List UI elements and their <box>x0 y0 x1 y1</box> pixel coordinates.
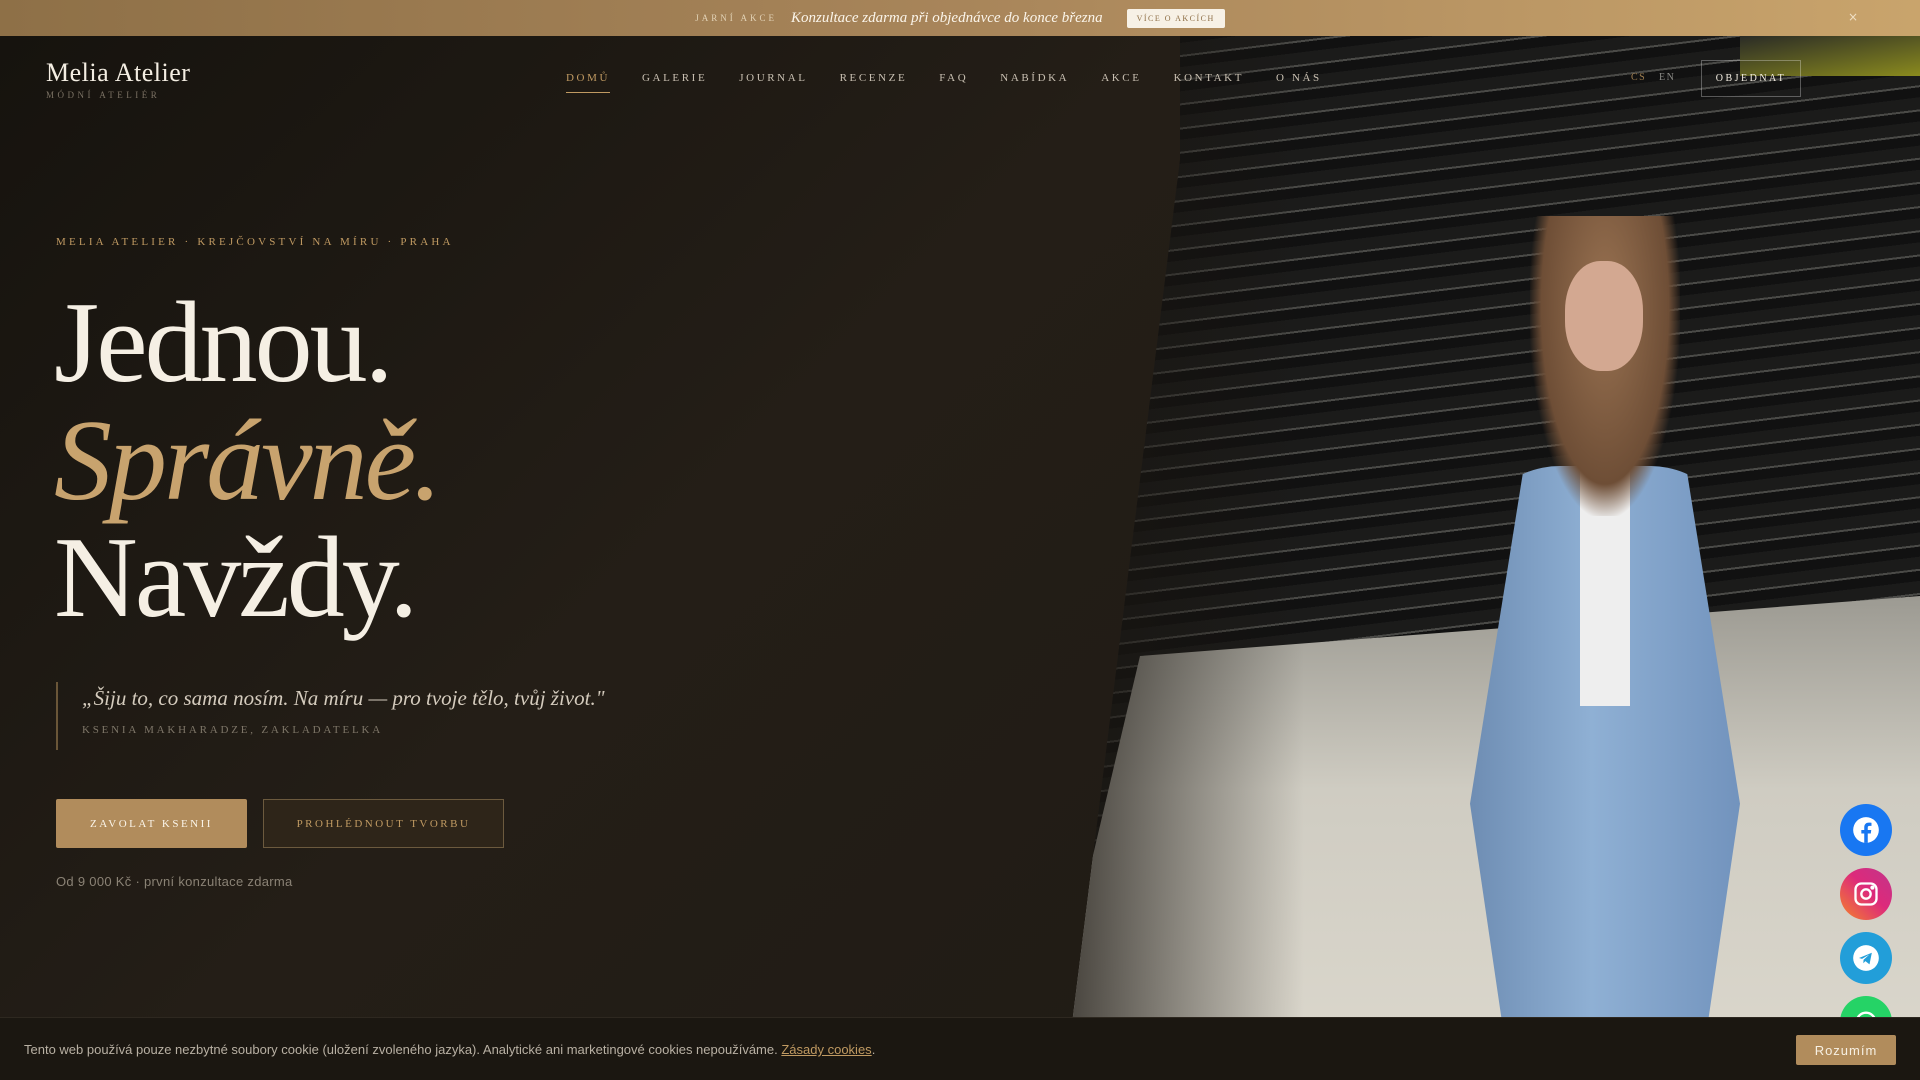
price-note: Od 9 000 Kč · první konzultace zdarma <box>56 874 293 889</box>
founder-quote: „Šiju to, co sama nosím. Na míru — pro t… <box>56 682 605 750</box>
nav-about[interactable]: O NÁS <box>1276 72 1322 93</box>
quote-text: „Šiju to, co sama nosím. Na míru — pro t… <box>82 686 605 710</box>
nav-faq[interactable]: FAQ <box>939 72 968 93</box>
headline-line-1: Jednou. <box>54 279 394 407</box>
nav-home[interactable]: DOMŮ <box>566 72 611 93</box>
cookie-text: Tento web používá pouze nezbytné soubory… <box>24 1042 778 1057</box>
view-work-button[interactable]: PROHLÉDNOUT TVORBU <box>263 799 504 848</box>
order-button[interactable]: OBJEDNAT <box>1701 60 1801 97</box>
promo-more-button[interactable]: VÍCE O AKCÍCH <box>1126 8 1225 28</box>
instagram-button[interactable] <box>1840 868 1892 920</box>
close-icon[interactable]: × <box>1848 10 1858 24</box>
call-button[interactable]: ZAVOLAT KSENII <box>56 799 247 848</box>
logo[interactable]: Melia Atelier MÓDNÍ ATELIÉR <box>46 58 190 100</box>
headline-line-2: Správně. <box>54 397 442 525</box>
headline-line-3: Navždy. <box>54 514 418 642</box>
nav-reviews[interactable]: RECENZE <box>840 72 908 93</box>
nav-journal[interactable]: JOURNAL <box>739 72 807 93</box>
logo-subtitle: MÓDNÍ ATELIÉR <box>46 90 161 100</box>
lang-en[interactable]: EN <box>1659 72 1675 83</box>
nav-events[interactable]: AKCE <box>1101 72 1141 93</box>
facebook-icon <box>1853 817 1879 843</box>
promo-banner: JARNÍ AKCE Konzultace zdarma při objedná… <box>0 0 1920 36</box>
hero-tagline: MELIA ATELIER · KREJČOVSTVÍ NA MÍRU · PR… <box>56 236 454 248</box>
cookie-policy-link[interactable]: Zásady cookies <box>781 1042 871 1057</box>
cookie-accept-button[interactable]: Rozumím <box>1796 1035 1896 1065</box>
telegram-button[interactable] <box>1840 932 1892 984</box>
cookie-text-end: . <box>871 1042 876 1057</box>
instagram-icon <box>1854 882 1878 906</box>
quote-author: KSENIA MAKHARADZE, ZAKLADATELKA <box>82 724 383 736</box>
main-nav: DOMŮ GALERIE JOURNAL RECENZE FAQ NABÍDKA… <box>566 72 1322 93</box>
facebook-button[interactable] <box>1840 804 1892 856</box>
promo-message: Konzultace zdarma při objednávce do konc… <box>790 9 1103 26</box>
promo-label: JARNÍ AKCE <box>695 13 777 23</box>
header: Melia Atelier MÓDNÍ ATELIÉR DOMŮ GALERIE… <box>0 36 1920 116</box>
lang-cs[interactable]: CS <box>1631 72 1646 83</box>
telegram-icon <box>1853 945 1879 971</box>
nav-offer[interactable]: NABÍDKA <box>1000 72 1069 93</box>
logo-title: Melia Atelier <box>46 58 191 87</box>
nav-gallery[interactable]: GALERIE <box>642 72 707 93</box>
cookie-bar: Tento web používá pouze nezbytné soubory… <box>0 1017 1920 1080</box>
nav-contact[interactable]: KONTAKT <box>1174 72 1244 93</box>
cookie-text-wrap: Tento web používá pouze nezbytné soubory… <box>24 1042 875 1057</box>
